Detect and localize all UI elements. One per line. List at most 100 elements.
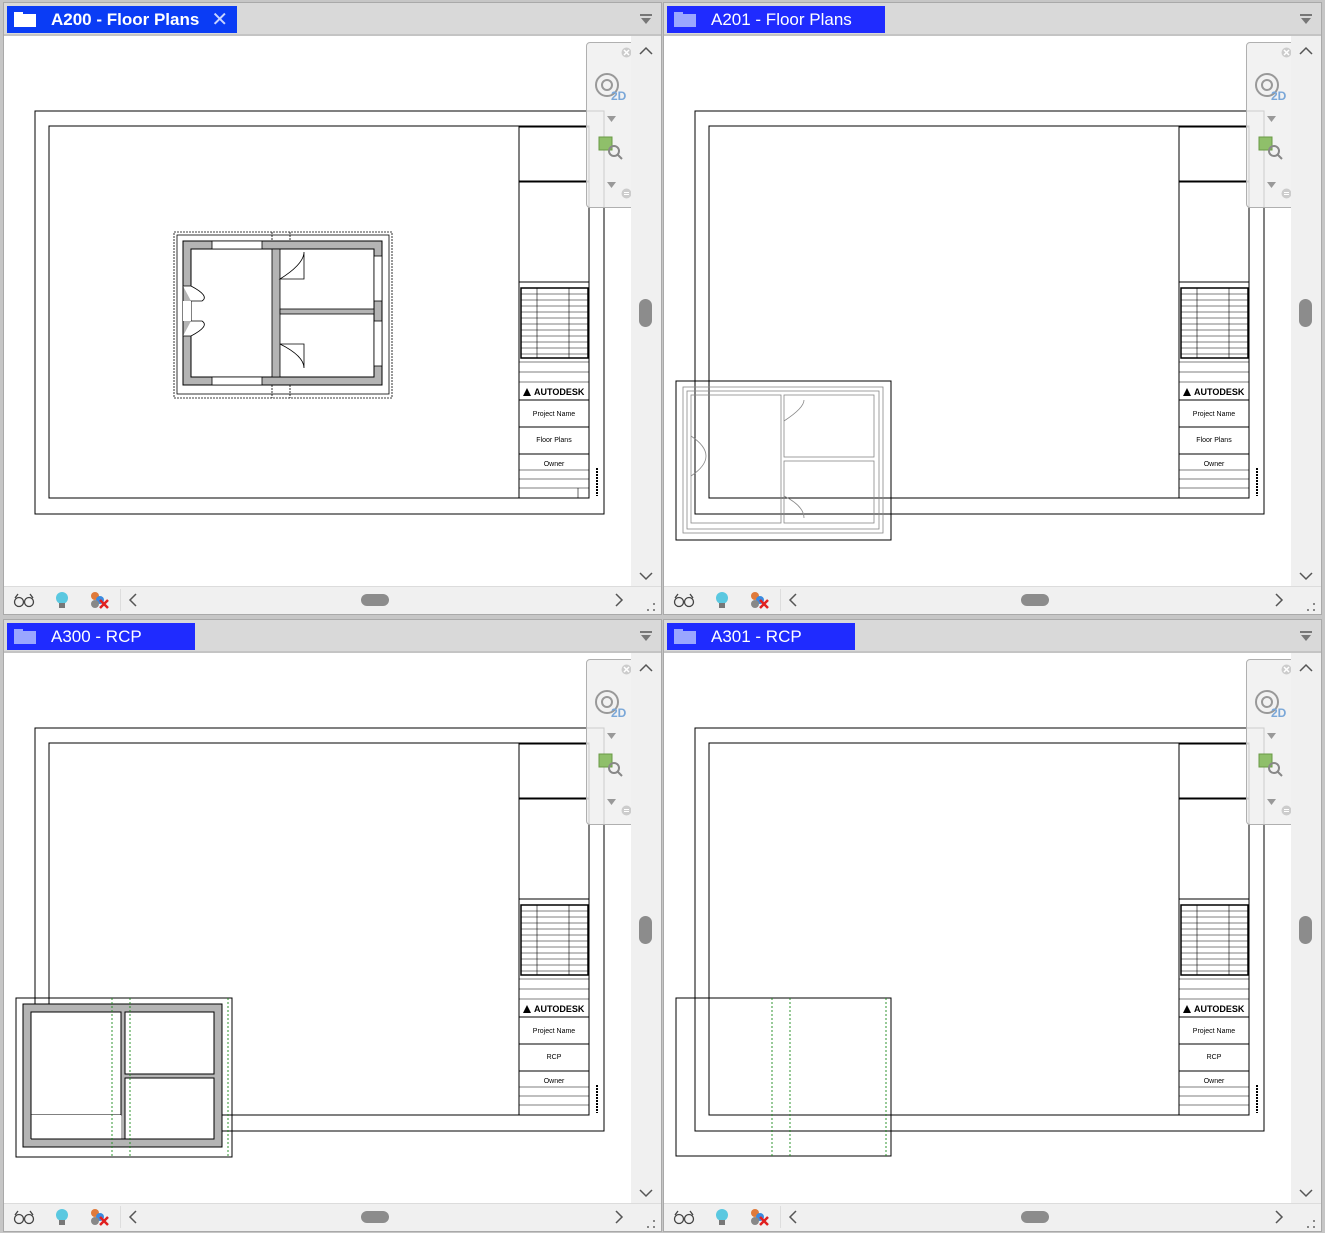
hide-elements-icon[interactable] [88, 590, 112, 610]
scroll-down-icon[interactable] [1291, 564, 1321, 588]
vertical-scrollbar[interactable] [1291, 653, 1321, 1205]
horizontal-scroll-thumb[interactable] [361, 1211, 389, 1223]
resize-grip-icon[interactable] [1307, 1217, 1317, 1228]
navigation-bar: 2D [586, 659, 636, 825]
light-bulb-icon[interactable] [712, 1207, 736, 1227]
menu-arrow-icon[interactable] [1299, 629, 1313, 641]
sheet-drawing: AUTODESK Project Name RCP Owner [15, 727, 605, 1158]
scroll-right-icon[interactable] [608, 589, 630, 611]
drawing-canvas[interactable]: AUTODESK Project Name Floor Plans Owner [664, 36, 1292, 588]
light-bulb-icon[interactable] [712, 590, 736, 610]
wheel-badge: 2D [1271, 706, 1287, 720]
menu-arrow-icon[interactable] [607, 175, 616, 193]
scroll-left-icon[interactable] [780, 589, 803, 611]
resize-grip-icon[interactable] [647, 1217, 657, 1228]
menu-arrow-icon[interactable] [607, 726, 616, 744]
scroll-up-icon[interactable] [1291, 655, 1321, 679]
horizontal-scroll-thumb[interactable] [361, 594, 389, 606]
view-tab-a201[interactable]: A201 - Floor Plans [667, 6, 885, 33]
sheet-drawing: AUTODESK Project Name Floor Plans Owner [675, 110, 1265, 541]
vertical-scrollbar[interactable] [631, 36, 661, 588]
menu-arrow-icon[interactable] [1267, 109, 1276, 127]
visual-style-icon[interactable] [12, 1207, 36, 1227]
view-tab-a301[interactable]: A301 - RCP [667, 623, 855, 650]
view-tab-a200[interactable]: A200 - Floor Plans ✕ [7, 6, 237, 33]
light-bulb-icon[interactable] [52, 1207, 76, 1227]
scroll-right-icon[interactable] [1268, 589, 1290, 611]
horizontal-scroll-thumb[interactable] [1021, 1211, 1049, 1223]
tab-title: A300 - RCP [51, 626, 142, 646]
vertical-scrollbar[interactable] [1291, 36, 1321, 588]
visual-style-icon[interactable] [672, 590, 696, 610]
ceiling-plan-viewport [15, 997, 233, 1158]
scroll-up-icon[interactable] [1291, 38, 1321, 62]
zoom-region-icon[interactable] [1257, 135, 1285, 166]
hide-elements-icon[interactable] [88, 1207, 112, 1227]
scroll-left-icon[interactable] [780, 1206, 803, 1228]
sheet-drawing: AUTODESK Project Name Floor Plans Owner [34, 110, 605, 515]
navigation-bar: 2D [586, 42, 636, 208]
steering-wheel-icon[interactable]: 2D [593, 69, 631, 108]
visual-style-icon[interactable] [12, 590, 36, 610]
menu-arrow-icon[interactable] [607, 792, 616, 810]
vertical-scroll-thumb[interactable] [1299, 916, 1312, 944]
resize-grip-icon[interactable] [1307, 600, 1317, 611]
title-block-brand: AUTODESK [1194, 1004, 1245, 1014]
scroll-down-icon[interactable] [631, 564, 661, 588]
menu-arrow-icon[interactable] [1267, 175, 1276, 193]
visual-style-icon[interactable] [672, 1207, 696, 1227]
vertical-scroll-thumb[interactable] [639, 299, 652, 327]
horizontal-scroll-thumb[interactable] [1021, 594, 1049, 606]
menu-arrow-icon[interactable] [1267, 726, 1276, 744]
floor-plan-viewport [173, 231, 393, 399]
scroll-down-icon[interactable] [631, 1181, 661, 1205]
scroll-right-icon[interactable] [608, 1206, 630, 1228]
floor-plan-viewport [675, 380, 892, 541]
zoom-region-icon[interactable] [1257, 752, 1285, 783]
close-icon[interactable]: ✕ [211, 10, 228, 30]
steering-wheel-icon[interactable]: 2D [1253, 69, 1291, 108]
resize-grip-icon[interactable] [647, 600, 657, 611]
view-control-bar [4, 586, 661, 614]
light-bulb-icon[interactable] [52, 590, 76, 610]
tab-title: A201 - Floor Plans [711, 9, 852, 29]
title-block-owner: Owner [1204, 461, 1225, 468]
navigation-bar: 2D [1246, 42, 1296, 208]
menu-arrow-icon[interactable] [1299, 12, 1313, 24]
drawing-canvas[interactable]: AUTODESK Project Name Floor Plans Owner [4, 36, 632, 588]
zoom-region-icon[interactable] [597, 752, 625, 783]
menu-arrow-icon[interactable] [607, 109, 616, 127]
scroll-up-icon[interactable] [631, 655, 661, 679]
title-block-project-name: Project Name [1193, 1028, 1236, 1035]
zoom-region-icon[interactable] [597, 135, 625, 166]
vertical-scroll-thumb[interactable] [639, 916, 652, 944]
menu-arrow-icon[interactable] [1267, 792, 1276, 810]
hide-elements-icon[interactable] [748, 1207, 772, 1227]
view-pane-a301: A301 - RCP AUTODESK Project Name RCP Own… [663, 619, 1322, 1232]
scroll-down-icon[interactable] [1291, 1181, 1321, 1205]
view-control-bar [4, 1203, 661, 1231]
view-tab-a300[interactable]: A300 - RCP [7, 623, 195, 650]
tab-strip: A301 - RCP [664, 620, 1321, 653]
steering-wheel-icon[interactable]: 2D [1253, 686, 1291, 725]
document-icon [13, 11, 37, 28]
scroll-left-icon[interactable] [120, 589, 143, 611]
scroll-up-icon[interactable] [631, 38, 661, 62]
steering-wheel-icon[interactable]: 2D [593, 686, 631, 725]
ceiling-plan-viewport [675, 997, 892, 1157]
hide-elements-icon[interactable] [748, 590, 772, 610]
menu-arrow-icon[interactable] [639, 12, 653, 24]
title-block-sheet-name: Floor Plans [536, 437, 572, 444]
title-block-owner: Owner [544, 1078, 565, 1085]
scroll-left-icon[interactable] [120, 1206, 143, 1228]
sheet-drawing: AUTODESK Project Name RCP Owner [675, 727, 1265, 1157]
vertical-scroll-thumb[interactable] [1299, 299, 1312, 327]
title-block-brand: AUTODESK [1194, 387, 1245, 397]
menu-arrow-icon[interactable] [639, 629, 653, 641]
wheel-badge: 2D [611, 89, 627, 103]
drawing-canvas[interactable]: AUTODESK Project Name RCP Owner [664, 653, 1292, 1205]
vertical-scrollbar[interactable] [631, 653, 661, 1205]
drawing-canvas[interactable]: AUTODESK Project Name RCP Owner [4, 653, 632, 1205]
scroll-right-icon[interactable] [1268, 1206, 1290, 1228]
drawing-area-border [708, 125, 1250, 499]
